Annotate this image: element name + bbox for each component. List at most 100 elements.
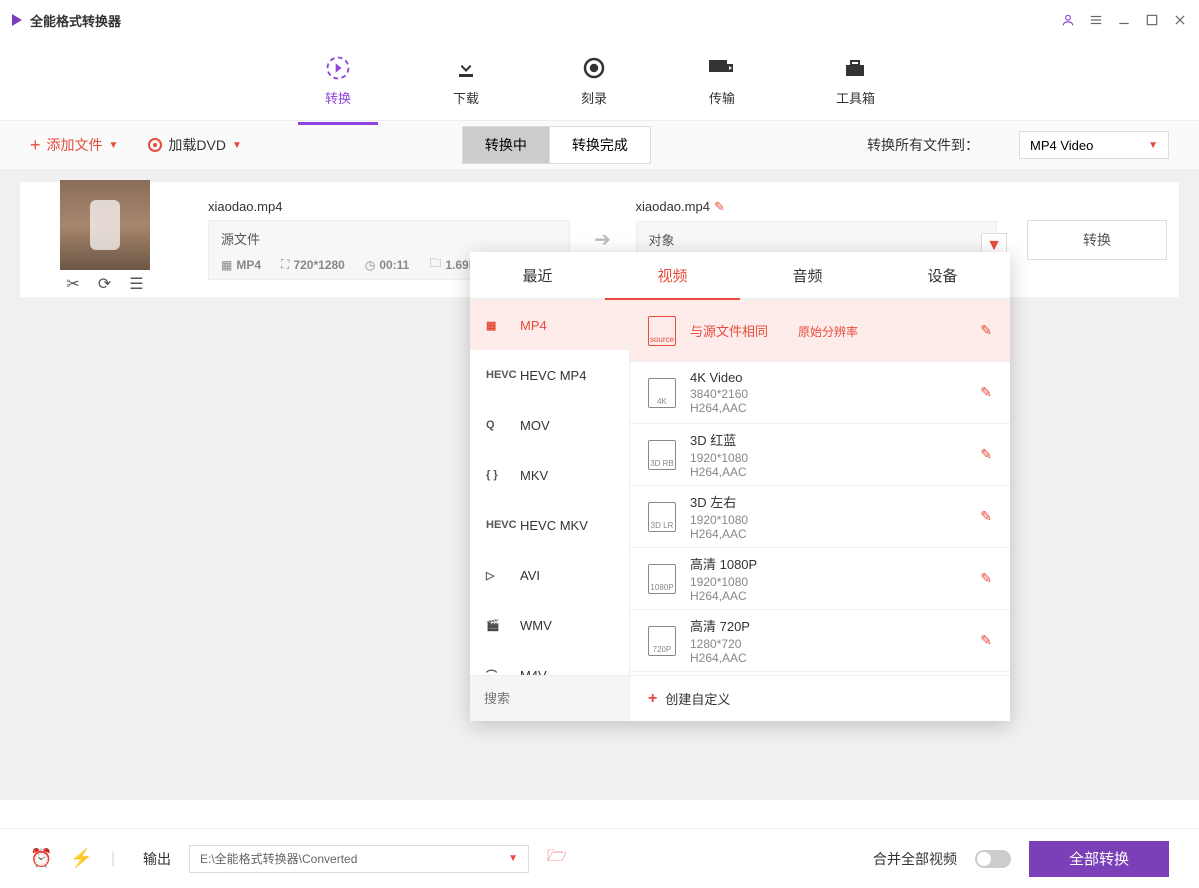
- format-icon: ▷: [486, 566, 508, 584]
- format-popup: 最近 视频 音频 设备 ▦MP4HEVCHEVC MP4QMOV{ }MKVHE…: [470, 252, 1010, 721]
- edit-preset-icon[interactable]: ✎: [980, 632, 992, 649]
- preset-sub: 1280*720H264,AAC: [690, 637, 966, 665]
- app-title: 全能格式转换器: [30, 11, 121, 30]
- preset-list[interactable]: source与源文件相同原始分辨率✎4K4K Video3840*2160H26…: [630, 300, 1010, 675]
- plus-icon: +: [30, 135, 41, 156]
- preset-sub: 原始分辨率: [798, 325, 858, 339]
- format-list[interactable]: ▦MP4HEVCHEVC MP4 Q MOV { }MKVHEVCHEVC MKV▷A…: [470, 300, 630, 675]
- minimize-icon[interactable]: [1117, 13, 1131, 27]
- arrow-icon: ➔: [588, 227, 618, 252]
- preset-icon: 4K: [648, 378, 676, 408]
- video-thumbnail[interactable]: [60, 180, 150, 270]
- popup-tab-recent[interactable]: 最近: [470, 252, 605, 298]
- nav-transfer-label: 传输: [709, 88, 735, 107]
- format-item-avi[interactable]: ▷AVI: [470, 550, 629, 600]
- output-label: 输出: [143, 849, 171, 869]
- speed-icon[interactable]: ⚡: [70, 848, 92, 869]
- output-path-value: E:\全能格式转换器\Converted: [200, 850, 357, 867]
- app-logo-icon: [12, 14, 22, 26]
- source-filename: xiaodao.mp4: [208, 199, 570, 214]
- search-box[interactable]: [470, 676, 630, 721]
- plus-icon: +: [648, 690, 657, 708]
- preset-sub: 3840*2160H264,AAC: [690, 387, 966, 415]
- chevron-down-icon: ▼: [109, 140, 119, 151]
- nav-toolbox[interactable]: 工具箱: [816, 46, 895, 115]
- src-format: ▦ MP4: [221, 258, 261, 272]
- load-dvd-button[interactable]: 加载DVD ▼: [148, 135, 241, 155]
- toolbox-icon: [841, 54, 869, 82]
- close-icon[interactable]: [1173, 13, 1187, 27]
- edit-preset-icon[interactable]: ✎: [980, 322, 992, 339]
- edit-preset-icon[interactable]: ✎: [980, 570, 992, 587]
- preset-sub: 1920*1080H264,AAC: [690, 513, 966, 541]
- format-icon: Q: [486, 416, 508, 434]
- preset-item[interactable]: 3D RB 3D 红蓝 1920*1080H264,AAC ✎: [630, 424, 1010, 486]
- clock-icon[interactable]: ⏰: [30, 848, 52, 869]
- nav-convert[interactable]: 转换: [304, 46, 372, 115]
- output-path-select[interactable]: E:\全能格式转换器\Converted ▼: [189, 845, 529, 873]
- format-item-hevc-mp4[interactable]: HEVCHEVC MP4: [470, 350, 629, 400]
- src-duration: ◷ 00:11: [365, 258, 410, 272]
- preset-item[interactable]: source与源文件相同原始分辨率✎: [630, 300, 1010, 362]
- nav-burn-label: 刻录: [581, 88, 607, 107]
- format-item-m4v[interactable]: ⌒M4V: [470, 650, 629, 675]
- preset-item[interactable]: 3D LR3D 左右1920*1080H264,AAC✎: [630, 486, 1010, 548]
- edit-preset-icon[interactable]: ✎: [980, 508, 992, 525]
- open-folder-icon[interactable]: 🗁: [547, 845, 567, 872]
- crop-icon[interactable]: ⟳: [98, 274, 111, 294]
- format-item-mp4[interactable]: ▦MP4: [470, 300, 629, 350]
- edit-name-icon[interactable]: ✎: [714, 199, 725, 214]
- target-filename: xiaodao.mp4✎: [636, 199, 998, 215]
- add-file-button[interactable]: + 添加文件 ▼: [30, 135, 118, 156]
- create-custom-label: 创建自定义: [665, 689, 730, 708]
- nav-burn[interactable]: 刻录: [560, 46, 628, 115]
- menu-icon[interactable]: [1089, 13, 1103, 27]
- format-item-wmv[interactable]: 🎬WMV: [470, 600, 629, 650]
- edit-preset-icon[interactable]: ✎: [980, 384, 992, 401]
- chevron-down-icon: ▼: [1148, 140, 1158, 151]
- format-select[interactable]: MP4 Video ▼: [1019, 131, 1169, 159]
- nav-convert-label: 转换: [325, 88, 351, 107]
- popup-tab-video[interactable]: 视频: [605, 252, 740, 298]
- format-label: M4V: [520, 668, 547, 676]
- transfer-icon: [708, 54, 736, 82]
- format-icon: HEVC: [486, 516, 508, 534]
- cut-icon[interactable]: ✂: [66, 274, 79, 294]
- nav-download[interactable]: 下载: [432, 46, 500, 115]
- tab-done[interactable]: 转换完成: [549, 126, 651, 164]
- edit-preset-icon[interactable]: ✎: [980, 446, 992, 463]
- main-nav: 转换 下载 刻录 传输 工具箱: [0, 40, 1199, 120]
- create-custom-button[interactable]: + 创建自定义: [630, 676, 1010, 721]
- add-file-label: 添加文件: [47, 135, 103, 155]
- popup-tab-device[interactable]: 设备: [875, 252, 1010, 298]
- convert-all-button[interactable]: 全部转换: [1029, 841, 1169, 877]
- format-label: MKV: [520, 468, 548, 483]
- preset-item[interactable]: 720P高清 720P1280*720H264,AAC✎: [630, 610, 1010, 672]
- thumbnail-block: ✂ ⟳ ☰: [20, 186, 190, 294]
- search-input[interactable]: [484, 691, 615, 706]
- format-icon: 🎬: [486, 616, 508, 634]
- preset-sub: 1920*1080H264,AAC: [690, 451, 966, 479]
- format-label: MOV: [520, 418, 550, 433]
- preset-item[interactable]: 1080P高清 1080P1920*1080H264,AAC✎: [630, 548, 1010, 610]
- preset-icon: 3D RB: [648, 440, 676, 470]
- format-item-mov[interactable]: Q MOV: [470, 400, 629, 450]
- settings-icon[interactable]: ☰: [129, 274, 143, 294]
- preset-name: 与源文件相同原始分辨率: [690, 321, 966, 340]
- preset-item[interactable]: 4K 4K Video 3840*2160H264,AAC ✎: [630, 362, 1010, 424]
- preset-name: 4K Video: [690, 370, 966, 385]
- target-panel-title: 对象: [649, 230, 985, 249]
- nav-transfer[interactable]: 传输: [688, 46, 756, 115]
- titlebar: 全能格式转换器: [0, 0, 1199, 40]
- merge-toggle[interactable]: [975, 850, 1011, 868]
- user-icon[interactable]: [1061, 13, 1075, 27]
- preset-name: 3D 红蓝: [690, 430, 966, 449]
- convert-button[interactable]: 转换: [1027, 220, 1167, 260]
- maximize-icon[interactable]: [1145, 13, 1159, 27]
- preset-name: 3D 左右: [690, 492, 966, 511]
- content-area: ✂ ⟳ ☰ xiaodao.mp4 源文件 ▦ MP4 ⛶ 720*1280 ◷…: [0, 170, 1199, 800]
- format-item-mkv[interactable]: { }MKV: [470, 450, 629, 500]
- popup-tab-audio[interactable]: 音频: [740, 252, 875, 298]
- format-item-hevc-mkv[interactable]: HEVCHEVC MKV: [470, 500, 629, 550]
- tab-converting[interactable]: 转换中: [462, 126, 549, 164]
